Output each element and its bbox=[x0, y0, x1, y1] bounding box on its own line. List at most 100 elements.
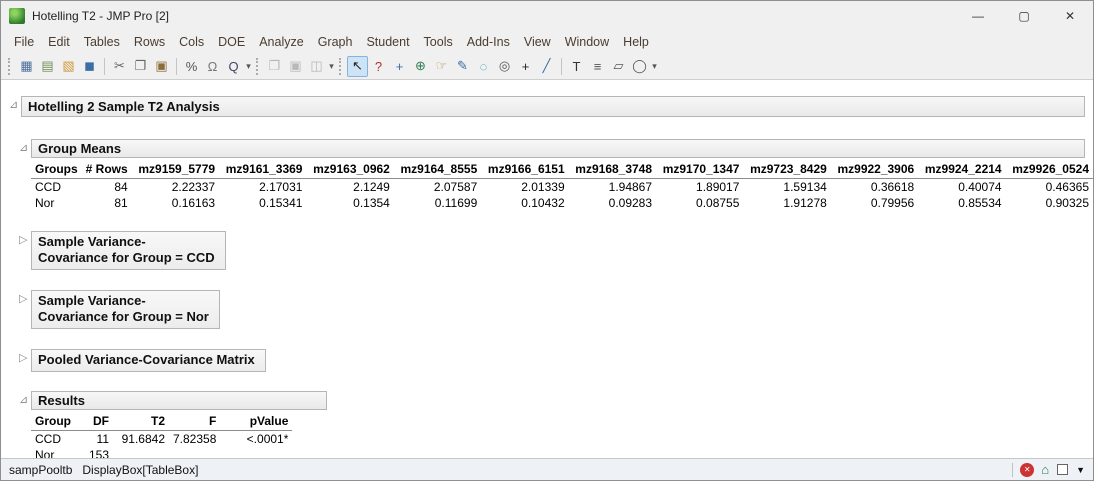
dropdown-arrow-icon[interactable]: ▾ bbox=[327, 61, 336, 72]
table-cell: CCD bbox=[35, 432, 61, 446]
lasso-tool-icon[interactable]: ◌ bbox=[473, 56, 494, 77]
save-icon[interactable]: ◼ bbox=[79, 56, 100, 77]
open-icon[interactable]: ▧ bbox=[58, 56, 79, 77]
table-cell: 0.10432 bbox=[521, 196, 565, 210]
menu-cols[interactable]: Cols bbox=[172, 32, 211, 52]
globe-tool-icon[interactable]: ⊕ bbox=[410, 56, 431, 77]
menu-addins[interactable]: Add-Ins bbox=[460, 32, 517, 52]
jmp-logo-icon bbox=[9, 8, 25, 24]
menu-student[interactable]: Student bbox=[359, 32, 416, 52]
section-sample-vc-nor[interactable]: Sample Variance- Covariance for Group = … bbox=[31, 290, 220, 329]
scribble-tool-icon[interactable]: ╱ bbox=[536, 56, 557, 77]
close-button[interactable]: ✕ bbox=[1047, 1, 1093, 31]
disclosure-collapsed-icon[interactable]: ▷ bbox=[19, 290, 31, 309]
table-cell bbox=[113, 447, 169, 458]
disclosure-open-icon[interactable]: ⊿ bbox=[19, 391, 31, 410]
table-cell: 0.15341 bbox=[259, 196, 303, 210]
menu-tools[interactable]: Tools bbox=[417, 32, 460, 52]
table-cell: 0.36618 bbox=[870, 180, 915, 194]
results-header[interactable]: Results bbox=[31, 391, 327, 410]
table-cell: 91.6842 bbox=[121, 432, 165, 446]
table-cell: 2.22337 bbox=[171, 180, 216, 194]
menu-doe[interactable]: DOE bbox=[211, 32, 252, 52]
brush-tool-icon[interactable]: ✎ bbox=[452, 56, 473, 77]
import-icon[interactable]: ◫ bbox=[306, 56, 327, 77]
column-header: Group bbox=[31, 413, 77, 431]
table-cell bbox=[220, 447, 292, 458]
table-cell: 1.94867 bbox=[608, 180, 653, 194]
table-cell: 0.85534 bbox=[958, 196, 1002, 210]
column-header: Groups bbox=[31, 161, 82, 179]
polygon-tool-icon[interactable]: ▱ bbox=[608, 56, 629, 77]
grabber-tool-icon[interactable]: ☞ bbox=[431, 56, 452, 77]
menu-bar: File Edit Tables Rows Cols DOE Analyze G… bbox=[1, 31, 1093, 53]
paste-icon[interactable]: ▣ bbox=[151, 56, 172, 77]
arrow-tool-icon[interactable]: ↖ bbox=[347, 55, 368, 77]
column-header: mz9926_0524 bbox=[1005, 161, 1093, 179]
table-cell: 0.1354 bbox=[353, 196, 390, 210]
report-title: Hotelling 2 Sample T2 Analysis bbox=[28, 99, 220, 114]
maximize-button[interactable]: ▢ bbox=[1001, 1, 1047, 31]
lock-icon[interactable]: Ω bbox=[202, 56, 223, 77]
table-cell: 2.1249 bbox=[353, 180, 390, 194]
paste-special-icon[interactable]: ❐ bbox=[264, 56, 285, 77]
cut-icon[interactable]: ✂ bbox=[109, 56, 130, 77]
column-header: mz9163_0962 bbox=[306, 161, 394, 179]
table-cell: 0.11699 bbox=[434, 196, 478, 210]
table-row: Nor 153 bbox=[31, 447, 292, 458]
column-header: mz9168_3748 bbox=[568, 161, 657, 179]
section-sample-vc-ccd[interactable]: Sample Variance- Covariance for Group = … bbox=[31, 231, 226, 270]
column-header: mz9166_6151 bbox=[481, 161, 569, 179]
status-dropdown-icon[interactable]: ▼ bbox=[1076, 465, 1085, 475]
table-cell: 1.91278 bbox=[783, 196, 827, 210]
toolbar-grip[interactable] bbox=[339, 57, 342, 75]
copy-picture-icon[interactable]: ▣ bbox=[285, 56, 306, 77]
table-cell: 11 bbox=[96, 432, 109, 446]
minimize-button[interactable]: — bbox=[955, 1, 1001, 31]
menu-analyze[interactable]: Analyze bbox=[252, 32, 310, 52]
dropdown-arrow-icon[interactable]: ▾ bbox=[650, 61, 659, 72]
toolbar-separator bbox=[561, 57, 562, 75]
table-cell: <.0001* bbox=[246, 432, 289, 446]
new-journal-icon[interactable]: ▤ bbox=[37, 56, 58, 77]
status-separator bbox=[1012, 462, 1014, 477]
disclosure-collapsed-icon[interactable]: ▷ bbox=[19, 349, 31, 368]
dropdown-arrow-icon[interactable]: ▾ bbox=[244, 61, 253, 72]
toolbar-separator bbox=[104, 57, 105, 75]
menu-window[interactable]: Window bbox=[558, 32, 616, 52]
status-checkbox[interactable] bbox=[1057, 464, 1069, 475]
menu-file[interactable]: File bbox=[7, 32, 41, 52]
disclosure-open-icon[interactable]: ⊿ bbox=[9, 96, 21, 115]
menu-tables[interactable]: Tables bbox=[77, 32, 127, 52]
oval-tool-icon[interactable]: ◯ bbox=[629, 56, 650, 77]
table-cell: 0.09283 bbox=[608, 196, 653, 210]
properties-icon[interactable]: % bbox=[181, 56, 202, 77]
menu-rows[interactable]: Rows bbox=[127, 32, 172, 52]
line-tool-icon[interactable]: ≡ bbox=[587, 56, 608, 77]
error-log-icon[interactable]: ✕ bbox=[1020, 462, 1035, 477]
copy-icon[interactable]: ❐ bbox=[130, 56, 151, 77]
results-table: Group DF T2 F pValue CCD 11 91.6842 7.82… bbox=[31, 413, 293, 458]
menu-graph[interactable]: Graph bbox=[311, 32, 360, 52]
search-icon[interactable]: Q bbox=[223, 56, 244, 77]
disclosure-collapsed-icon[interactable]: ▷ bbox=[19, 231, 31, 250]
crosshair-tool-icon[interactable]: + bbox=[389, 56, 410, 77]
scroll-home-icon[interactable]: ⌂ bbox=[1041, 462, 1049, 477]
menu-edit[interactable]: Edit bbox=[41, 32, 77, 52]
menu-help[interactable]: Help bbox=[616, 32, 656, 52]
group-means-table: Groups # Rows mz9159_5779 mz9161_3369 mz… bbox=[31, 161, 1093, 211]
disclosure-open-icon[interactable]: ⊿ bbox=[19, 139, 31, 158]
report-title-bar[interactable]: Hotelling 2 Sample T2 Analysis bbox=[21, 96, 1085, 117]
toolbar-grip[interactable] bbox=[256, 57, 259, 75]
menu-view[interactable]: View bbox=[517, 32, 558, 52]
plus-tool-icon[interactable]: + bbox=[515, 56, 536, 77]
toolbar-grip[interactable] bbox=[8, 57, 11, 75]
help-tool-icon[interactable]: ? bbox=[368, 56, 389, 77]
group-means-header[interactable]: Group Means bbox=[31, 139, 1085, 158]
new-data-table-icon[interactable]: ▦ bbox=[16, 56, 37, 77]
annotate-tool-icon[interactable]: T bbox=[566, 56, 587, 77]
table-cell: Nor bbox=[35, 448, 55, 458]
magnifier-tool-icon[interactable]: ◎ bbox=[494, 56, 515, 77]
table-cell: 2.07587 bbox=[433, 180, 478, 194]
section-pooled-vc-matrix[interactable]: Pooled Variance-Covariance Matrix bbox=[31, 349, 266, 372]
